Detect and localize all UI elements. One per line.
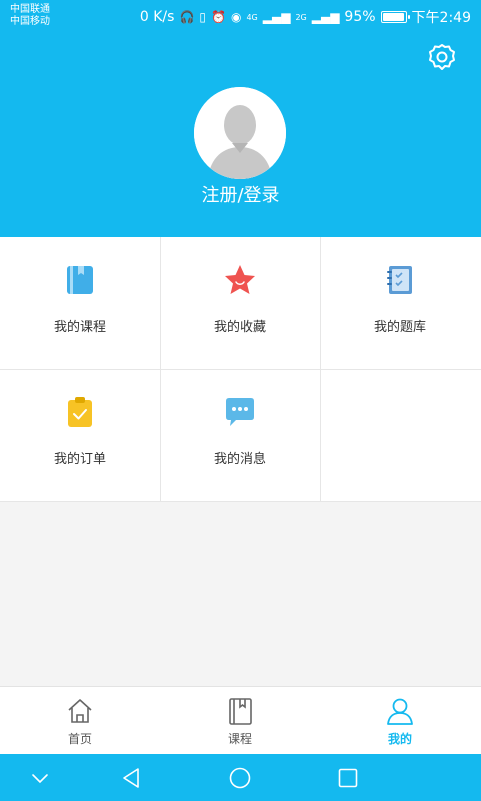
star-icon [223,263,257,297]
menu-item-my-orders[interactable]: 我的订单 [0,369,160,501]
headphones-icon: 🎧 [179,10,195,24]
tab-home[interactable]: 首页 [30,687,130,755]
signal-icon: ▂▄▆ [262,10,291,24]
avatar[interactable] [194,87,286,179]
bottom-tab-bar: 首页 课程 我的 [0,686,481,754]
menu-item-label: 我的消息 [213,452,266,467]
battery-percent: 95% [344,9,376,25]
message-icon [223,395,257,429]
tab-label: 首页 [67,732,92,746]
eye-icon: ◉ [230,10,242,24]
carrier-info: 中国联通 中国移动 [10,4,50,28]
menu-item-label: 我的题库 [373,320,426,335]
carrier-2: 中国移动 [10,16,50,27]
menu-item-label: 我的收藏 [213,320,266,335]
notebook-icon [383,263,417,297]
profile-header: 中国联通 中国移动 0 K/s 🎧 ▯ ⏰ ◉ 4G ▂▄▆ 2G ▂▄▆ 95… [0,0,481,237]
alarm-icon: ⏰ [211,10,226,24]
tab-label: 课程 [227,732,252,746]
user-icon [387,698,413,725]
recents-icon[interactable] [336,766,360,790]
settings-button[interactable] [427,42,457,72]
course-book-icon [229,698,252,725]
battery-icon [380,11,410,23]
status-indicators: 0 K/s 🎧 ▯ ⏰ ◉ 4G ▂▄▆ 2G ▂▄▆ 95% 下午2:49 [140,7,471,27]
tab-label: 我的 [387,732,412,746]
menu-item-my-question-bank[interactable]: 我的题库 [320,237,480,369]
clipboard-icon [63,395,97,429]
book-icon [63,263,97,297]
home-icon [68,699,92,723]
menu-grid: 我的课程 我的收藏 我的题库 我的订单 我的消息 [0,237,481,502]
back-icon[interactable] [120,766,144,790]
system-nav-bar [0,754,481,801]
status-bar: 中国联通 中国移动 0 K/s 🎧 ▯ ⏰ ◉ 4G ▂▄▆ 2G ▂▄▆ 95… [0,0,481,32]
menu-item-my-courses[interactable]: 我的课程 [0,237,160,369]
menu-item-label: 我的订单 [53,452,106,467]
tab-courses[interactable]: 课程 [190,687,290,755]
menu-item-label: 我的课程 [53,320,106,335]
carrier-1: 中国联通 [10,4,50,15]
gear-icon [429,44,455,70]
menu-item-my-favorites[interactable]: 我的收藏 [160,237,320,369]
tab-mine[interactable]: 我的 [350,687,450,755]
home-circle-icon[interactable] [228,766,252,790]
menu-item-empty [320,369,480,501]
login-register-link[interactable]: 注册/登录 [0,181,481,207]
chevron-down-icon[interactable] [28,766,52,790]
vibrate-icon: ▯ [199,10,207,24]
network-type-2: 2G [295,12,307,22]
network-speed: 0 K/s [139,9,175,25]
signal-icon: ▂▄▆ [311,10,340,24]
default-avatar-icon [194,87,286,179]
clock: 下午2:49 [411,10,471,26]
network-type-1: 4G [246,12,258,22]
menu-item-my-messages[interactable]: 我的消息 [160,369,320,501]
